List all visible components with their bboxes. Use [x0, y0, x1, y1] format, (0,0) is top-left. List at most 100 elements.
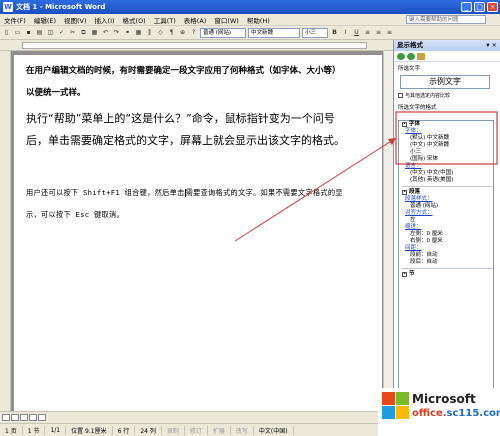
spell-icon[interactable]: ✓	[57, 28, 66, 37]
align-right-icon[interactable]: ≡	[385, 28, 394, 37]
paragraph-section-header[interactable]: - 段落	[402, 189, 493, 196]
align-left-icon[interactable]: ≡	[363, 28, 372, 37]
language-value: (其他) 英语(美国)	[410, 177, 454, 183]
compare-checkbox[interactable]: 与其他选定内容比较	[394, 90, 500, 101]
indent-value: 左侧：0 厘米	[410, 231, 443, 237]
horizontal-scrollbar[interactable]	[0, 411, 393, 423]
menu-edit[interactable]: 编辑(E)	[30, 15, 60, 25]
section-section-header[interactable]: -节	[402, 271, 493, 278]
minimize-icon[interactable]: _	[461, 2, 472, 12]
paragraph-help-command[interactable]: 执行“帮助”菜单上的“这是什么？”命令，鼠标指针变为一个问号后，单击需要确定格式…	[26, 108, 351, 152]
reading-view-icon[interactable]	[38, 414, 46, 421]
save-icon[interactable]: ▪	[24, 28, 33, 37]
spacing-value: 段后：自动	[410, 259, 438, 265]
word-app-icon[interactable]: W	[3, 2, 13, 12]
new-doc-icon[interactable]: ▯	[2, 28, 11, 37]
style-select[interactable]: 普通 (网站)	[200, 27, 246, 38]
paragraph-shortcut[interactable]: 用户还可以按下 Shift+F1 组合键，然后单击需要查询格式的文字。如果不需要…	[26, 182, 356, 226]
font-link[interactable]: 字体：	[402, 128, 493, 135]
underline-button[interactable]: U	[352, 28, 361, 37]
window-title: 文档 1 - Microsoft Word	[16, 3, 106, 11]
menu-insert[interactable]: 插入(I)	[91, 15, 119, 25]
open-icon[interactable]: ▭	[13, 28, 22, 37]
undo-icon[interactable]: ↶	[101, 28, 110, 37]
section-heading: 节	[409, 271, 415, 277]
paragraph-section: - 段落 段落样式： 普通 (网站) 对齐方式： 左 缩进： 左侧：0 厘米 右侧…	[399, 189, 493, 269]
collapse-icon[interactable]: -	[402, 272, 407, 277]
back-icon[interactable]	[397, 53, 405, 60]
status-ovr[interactable]: 改写	[231, 425, 254, 435]
menu-format[interactable]: 格式(O)	[119, 15, 150, 25]
horizontal-ruler[interactable]	[0, 40, 393, 51]
alignment-value: 左	[410, 217, 416, 223]
font-value: (默认) 中文新魏	[410, 135, 450, 141]
collapse-icon[interactable]: -	[402, 190, 407, 195]
indent-link[interactable]: 缩进：	[402, 224, 493, 231]
window-controls: _ □ ×	[461, 2, 498, 12]
paste-icon[interactable]: ▦	[90, 28, 99, 37]
alignment-link[interactable]: 对齐方式：	[402, 210, 493, 217]
menu-help[interactable]: 帮助(H)	[243, 15, 274, 25]
print-view-icon[interactable]	[20, 414, 28, 421]
print-icon[interactable]: ▤	[35, 28, 44, 37]
watermark-site: office.sc115.com	[412, 408, 500, 419]
show-marks-icon[interactable]: ¶	[167, 28, 176, 37]
forward-icon[interactable]	[407, 53, 415, 60]
status-trk[interactable]: 修订	[185, 425, 208, 435]
menu-file[interactable]: 文件(F)	[0, 15, 30, 25]
web-view-icon[interactable]	[11, 414, 19, 421]
preview-icon[interactable]: ◫	[46, 28, 55, 37]
outline-view-icon[interactable]	[29, 414, 37, 421]
bold-button[interactable]: B	[330, 28, 339, 37]
paragraph-bold-intro[interactable]: 在用户编辑文档的时候，有时需要确定一段文字应用了何种格式（如字体、大小等）以便统…	[26, 60, 346, 104]
menu-table[interactable]: 表格(A)	[180, 15, 211, 25]
home-icon[interactable]	[417, 53, 425, 60]
status-rec[interactable]: 录制	[162, 425, 185, 435]
menu-tools[interactable]: 工具(T)	[150, 15, 180, 25]
status-ext[interactable]: 扩展	[208, 425, 231, 435]
spacing-value: 段前：自动	[410, 252, 438, 258]
checkbox-icon[interactable]	[398, 93, 403, 98]
font-section-header[interactable]: - 字体	[402, 121, 493, 128]
status-section: 1 节	[23, 425, 46, 435]
table-icon[interactable]: ▦	[134, 28, 143, 37]
divider	[402, 268, 493, 269]
redo-icon[interactable]: ↷	[112, 28, 121, 37]
help-search-input[interactable]: 键入需要帮助的问题	[406, 15, 486, 24]
format-of-selection-label: 所选文字的格式	[398, 105, 437, 111]
spacing-link[interactable]: 间距：	[402, 245, 493, 252]
hyperlink-icon[interactable]: ⚭	[123, 28, 132, 37]
pane-title: 显示格式	[397, 41, 423, 49]
menu-view[interactable]: 视图(V)	[60, 15, 91, 25]
language-link[interactable]: 语言：	[402, 163, 493, 170]
collapse-icon[interactable]: -	[402, 122, 407, 127]
selected-text-label: 所选文字	[398, 66, 421, 72]
formatting-list[interactable]: - 字体 字体： (默认) 中文新魏 (中文) 中文新魏 小三 (国际) 宋体 语…	[398, 120, 494, 420]
cut-icon[interactable]: ✂	[68, 28, 77, 37]
copy-icon[interactable]: ⧉	[79, 28, 88, 37]
italic-button[interactable]: I	[341, 28, 350, 37]
status-pages: 1/1	[45, 426, 67, 434]
help-icon[interactable]: ?	[189, 28, 198, 37]
paragraph-style-link[interactable]: 段落样式：	[402, 196, 493, 203]
pane-nav	[394, 51, 500, 62]
reveal-formatting-pane: 显示格式 ▾ × 所选文字 示例文字 与其他选定内容比较 所选文字的格式 - 字体…	[393, 40, 500, 423]
drawing-icon[interactable]: ◇	[156, 28, 165, 37]
zoom-icon[interactable]: ⊕	[178, 28, 187, 37]
menu-window[interactable]: 窗口(W)	[210, 15, 243, 25]
normal-view-icon[interactable]	[2, 414, 10, 421]
font-select[interactable]: 中文新魏	[248, 27, 300, 38]
align-center-icon[interactable]: ≡	[374, 28, 383, 37]
maximize-icon[interactable]: □	[474, 2, 485, 12]
sample-text-box[interactable]: 示例文字	[400, 75, 490, 89]
pane-close-icon[interactable]: ▾ ×	[486, 40, 497, 51]
ruler-scale	[22, 42, 367, 49]
paragraph-heading: 段落	[409, 189, 421, 195]
vertical-ruler[interactable]	[0, 51, 11, 411]
columns-icon[interactable]: ‖	[145, 28, 154, 37]
close-icon[interactable]: ×	[487, 2, 498, 12]
vertical-scrollbar[interactable]	[383, 51, 393, 411]
size-select[interactable]: 小三	[302, 27, 328, 38]
font-section: - 字体 字体： (默认) 中文新魏 (中文) 中文新魏 小三 (国际) 宋体 语…	[399, 121, 493, 187]
document-area	[0, 51, 393, 415]
